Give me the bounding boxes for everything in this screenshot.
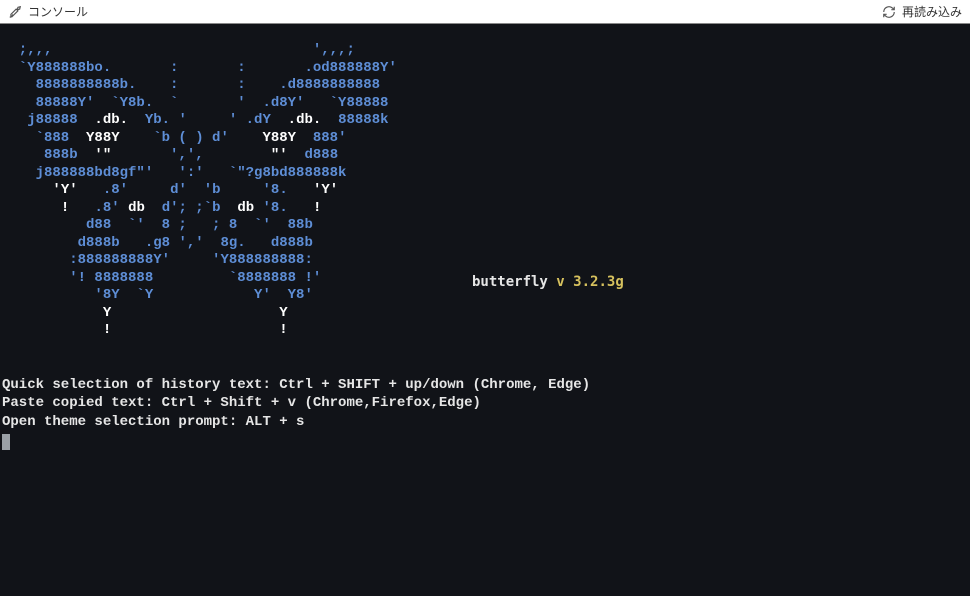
ascii-art-butterfly: ;,,, ',,,; `Y888888bo. : : .od888888Y' 8…: [2, 42, 968, 340]
titlebar-right: 再読み込み: [882, 3, 962, 20]
window-titlebar: コンソール 再読み込み: [0, 0, 970, 24]
tools-icon: [8, 5, 22, 19]
app-version-separator: v: [556, 274, 564, 290]
app-version: 3.2.3g: [573, 274, 624, 290]
terminal-area[interactable]: ;,,, ',,,; `Y888888bo. : : .od888888Y' 8…: [0, 24, 970, 596]
titlebar-left: コンソール: [8, 3, 88, 20]
help-text: Quick selection of history text: Ctrl + …: [2, 376, 968, 433]
window-title: コンソール: [28, 3, 88, 20]
cursor: [2, 432, 968, 455]
app-name: butterfly: [472, 274, 548, 290]
reload-button[interactable]: 再読み込み: [902, 3, 962, 20]
reload-icon[interactable]: [882, 5, 896, 19]
app-version-label: butterfly v 3.2.3g: [472, 274, 624, 290]
